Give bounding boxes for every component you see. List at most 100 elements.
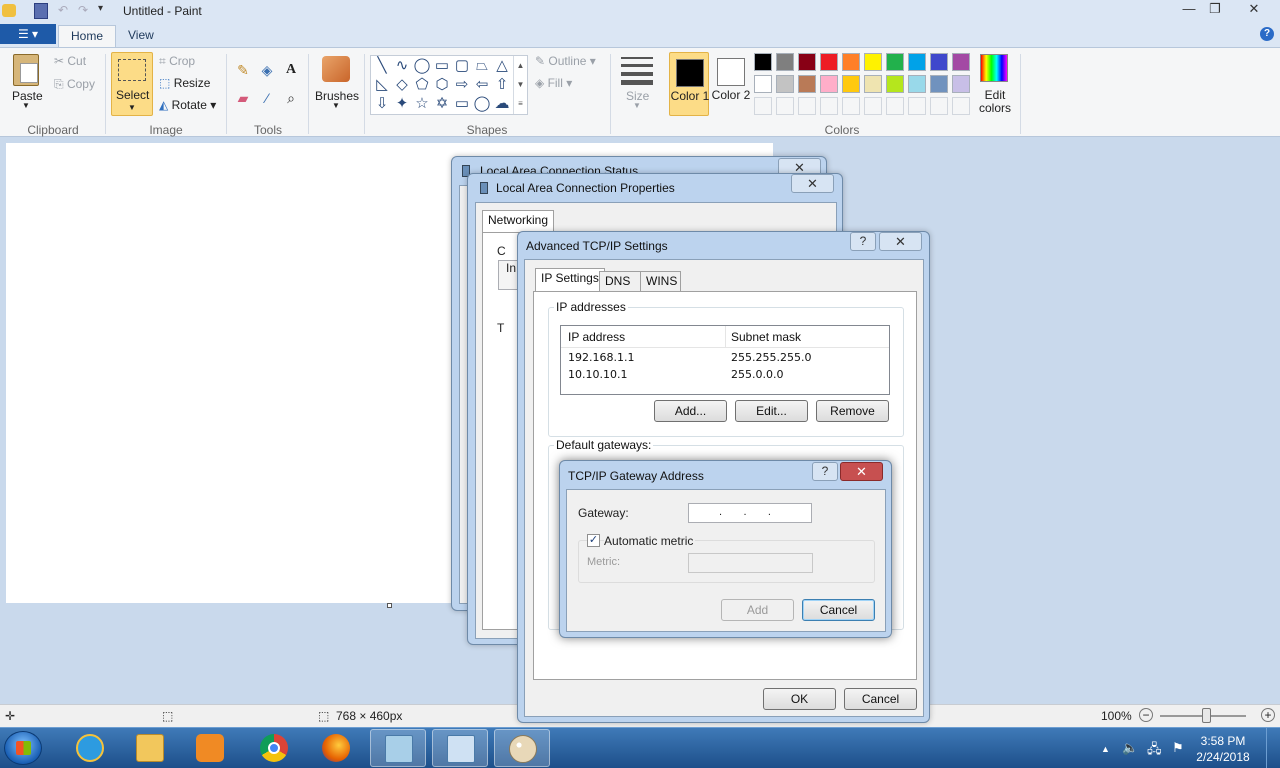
canvas-resize-handle[interactable] bbox=[387, 603, 392, 608]
triangle-shape-icon[interactable]: △ bbox=[492, 57, 512, 75]
diamond-shape-icon[interactable]: ◇ bbox=[392, 76, 412, 94]
gateway-cancel-button[interactable]: Cancel bbox=[802, 599, 875, 621]
palette-color-swatch[interactable] bbox=[798, 75, 816, 93]
custom-color-slot[interactable] bbox=[952, 97, 970, 115]
custom-color-slot[interactable] bbox=[864, 97, 882, 115]
palette-color-swatch[interactable] bbox=[908, 75, 926, 93]
palette-color-swatch[interactable] bbox=[820, 53, 838, 71]
palette-color-swatch[interactable] bbox=[952, 53, 970, 71]
eraser-icon[interactable]: ▰ bbox=[234, 89, 252, 107]
gateway-dialog-help-button[interactable]: ? bbox=[812, 462, 838, 481]
edit-colors-icon[interactable] bbox=[980, 54, 1008, 82]
paste-icon[interactable] bbox=[13, 54, 39, 86]
customize-toolbar-icon[interactable]: ▾ bbox=[98, 3, 108, 19]
up-arrow-shape-icon[interactable]: ⇧ bbox=[492, 76, 512, 94]
tab-dns[interactable]: DNS bbox=[599, 271, 641, 291]
properties-dialog-close-button[interactable]: ✕ bbox=[791, 174, 834, 193]
show-hidden-icons-icon[interactable]: ▲ bbox=[1101, 744, 1110, 754]
advanced-dialog-help-button[interactable]: ? bbox=[850, 232, 876, 251]
brushes-icon[interactable] bbox=[320, 54, 352, 86]
remove-ip-button[interactable]: Remove bbox=[816, 400, 889, 422]
ip-address-list[interactable]: IP address Subnet mask 192.168.1.1 255.2… bbox=[560, 325, 890, 395]
palette-color-swatch[interactable] bbox=[842, 53, 860, 71]
five-point-star-shape-icon[interactable]: ☆ bbox=[412, 95, 432, 113]
oval-shape-icon[interactable]: ◯ bbox=[412, 57, 432, 75]
automatic-metric-checkbox[interactable]: ✓ bbox=[587, 534, 600, 547]
polygon-shape-icon[interactable]: ⏢ bbox=[472, 57, 492, 75]
show-desktop-button[interactable] bbox=[1266, 727, 1280, 768]
four-point-star-shape-icon[interactable]: ✦ bbox=[392, 95, 412, 113]
help-icon[interactable]: ? bbox=[1260, 27, 1274, 41]
palette-color-swatch[interactable] bbox=[908, 53, 926, 71]
pencil-icon[interactable]: ✎ bbox=[234, 61, 252, 79]
left-arrow-shape-icon[interactable]: ⇦ bbox=[472, 76, 492, 94]
palette-color-swatch[interactable] bbox=[776, 53, 794, 71]
color2-button[interactable]: Color 2 bbox=[711, 52, 751, 116]
network-icon[interactable]: 🖧 bbox=[1147, 740, 1162, 762]
hexagon-shape-icon[interactable]: ⬡ bbox=[432, 76, 452, 94]
taskbar-notepad[interactable] bbox=[370, 729, 426, 767]
taskbar-paint[interactable] bbox=[494, 729, 550, 767]
edit-colors-button[interactable]: Edit colors bbox=[979, 89, 1011, 115]
down-arrow-shape-icon[interactable]: ⇩ bbox=[372, 95, 392, 113]
rectangle-callout-shape-icon[interactable]: ▭ bbox=[452, 95, 472, 113]
palette-color-swatch[interactable] bbox=[886, 75, 904, 93]
palette-color-swatch[interactable] bbox=[952, 75, 970, 93]
zoom-slider-thumb[interactable] bbox=[1202, 708, 1211, 723]
edit-ip-button[interactable]: Edit... bbox=[735, 400, 808, 422]
taskbar-network-settings[interactable] bbox=[432, 729, 488, 767]
curve-shape-icon[interactable]: ∿ bbox=[392, 57, 412, 75]
magnifier-icon[interactable]: ⌕ bbox=[282, 89, 300, 107]
volume-icon[interactable]: 🔈 bbox=[1122, 740, 1138, 756]
tab-view[interactable]: View bbox=[116, 25, 166, 47]
color1-button[interactable]: Color 1 bbox=[669, 52, 709, 116]
file-menu-button[interactable]: ☰ ▾ bbox=[0, 24, 56, 44]
custom-color-slot[interactable] bbox=[754, 97, 772, 115]
advanced-dialog-close-button[interactable]: ✕ bbox=[879, 232, 922, 251]
palette-color-swatch[interactable] bbox=[754, 53, 772, 71]
resize-button[interactable]: ⬚ Resize bbox=[159, 76, 210, 90]
custom-color-slot[interactable] bbox=[776, 97, 794, 115]
taskbar-internet-explorer[interactable] bbox=[62, 729, 118, 767]
palette-color-swatch[interactable] bbox=[886, 53, 904, 71]
right-arrow-shape-icon[interactable]: ⇨ bbox=[452, 76, 472, 94]
taskbar-firefox[interactable] bbox=[308, 729, 364, 767]
zoom-in-button[interactable]: + bbox=[1261, 708, 1275, 722]
action-center-icon[interactable]: ⚑ bbox=[1172, 740, 1184, 756]
ok-button[interactable]: OK bbox=[763, 688, 836, 710]
column-divider[interactable] bbox=[725, 326, 726, 348]
cancel-button[interactable]: Cancel bbox=[844, 688, 917, 710]
start-button[interactable] bbox=[4, 731, 42, 765]
rectangle-shape-icon[interactable]: ▭ bbox=[432, 57, 452, 75]
paint-app-icon[interactable] bbox=[2, 4, 16, 17]
custom-color-slot[interactable] bbox=[798, 97, 816, 115]
paste-dropdown-icon[interactable]: ▼ bbox=[22, 101, 30, 110]
select-button[interactable]: Select ▼ bbox=[111, 52, 153, 116]
shapes-gallery[interactable]: ╲ ∿ ◯ ▭ ▢ ⏢ △ ◺ ◇ ⬠ ⬡ ⇨ ⇦ ⇧ ⇩ ✦ ☆ ✡ ▭ ◯ … bbox=[370, 55, 528, 115]
palette-color-swatch[interactable] bbox=[754, 75, 772, 93]
palette-color-swatch[interactable] bbox=[820, 75, 838, 93]
line-shape-icon[interactable]: ╲ bbox=[372, 57, 392, 75]
palette-color-swatch[interactable] bbox=[798, 53, 816, 71]
palette-color-swatch[interactable] bbox=[930, 53, 948, 71]
tab-ip-settings[interactable]: IP Settings bbox=[535, 268, 605, 291]
column-subnet-mask[interactable]: Subnet mask bbox=[731, 330, 801, 344]
six-point-star-shape-icon[interactable]: ✡ bbox=[432, 95, 452, 113]
automatic-metric-label[interactable]: Automatic metric bbox=[604, 534, 696, 548]
add-ip-button[interactable]: Add... bbox=[654, 400, 727, 422]
palette-color-swatch[interactable] bbox=[842, 75, 860, 93]
palette-color-swatch[interactable] bbox=[864, 53, 882, 71]
table-row[interactable]: 10.10.10.1 255.0.0.0 bbox=[561, 368, 889, 384]
custom-color-slot[interactable] bbox=[820, 97, 838, 115]
brushes-dropdown-icon[interactable]: ▼ bbox=[332, 101, 340, 110]
zoom-out-button[interactable]: − bbox=[1139, 708, 1153, 722]
taskbar-chrome[interactable] bbox=[246, 729, 302, 767]
oval-callout-shape-icon[interactable]: ◯ bbox=[472, 95, 492, 113]
taskbar-file-explorer[interactable] bbox=[122, 729, 178, 767]
custom-color-slot[interactable] bbox=[908, 97, 926, 115]
save-icon[interactable] bbox=[34, 3, 48, 19]
table-row[interactable]: 192.168.1.1 255.255.255.0 bbox=[561, 351, 889, 367]
custom-color-slot[interactable] bbox=[886, 97, 904, 115]
pentagon-shape-icon[interactable]: ⬠ bbox=[412, 76, 432, 94]
palette-color-swatch[interactable] bbox=[930, 75, 948, 93]
